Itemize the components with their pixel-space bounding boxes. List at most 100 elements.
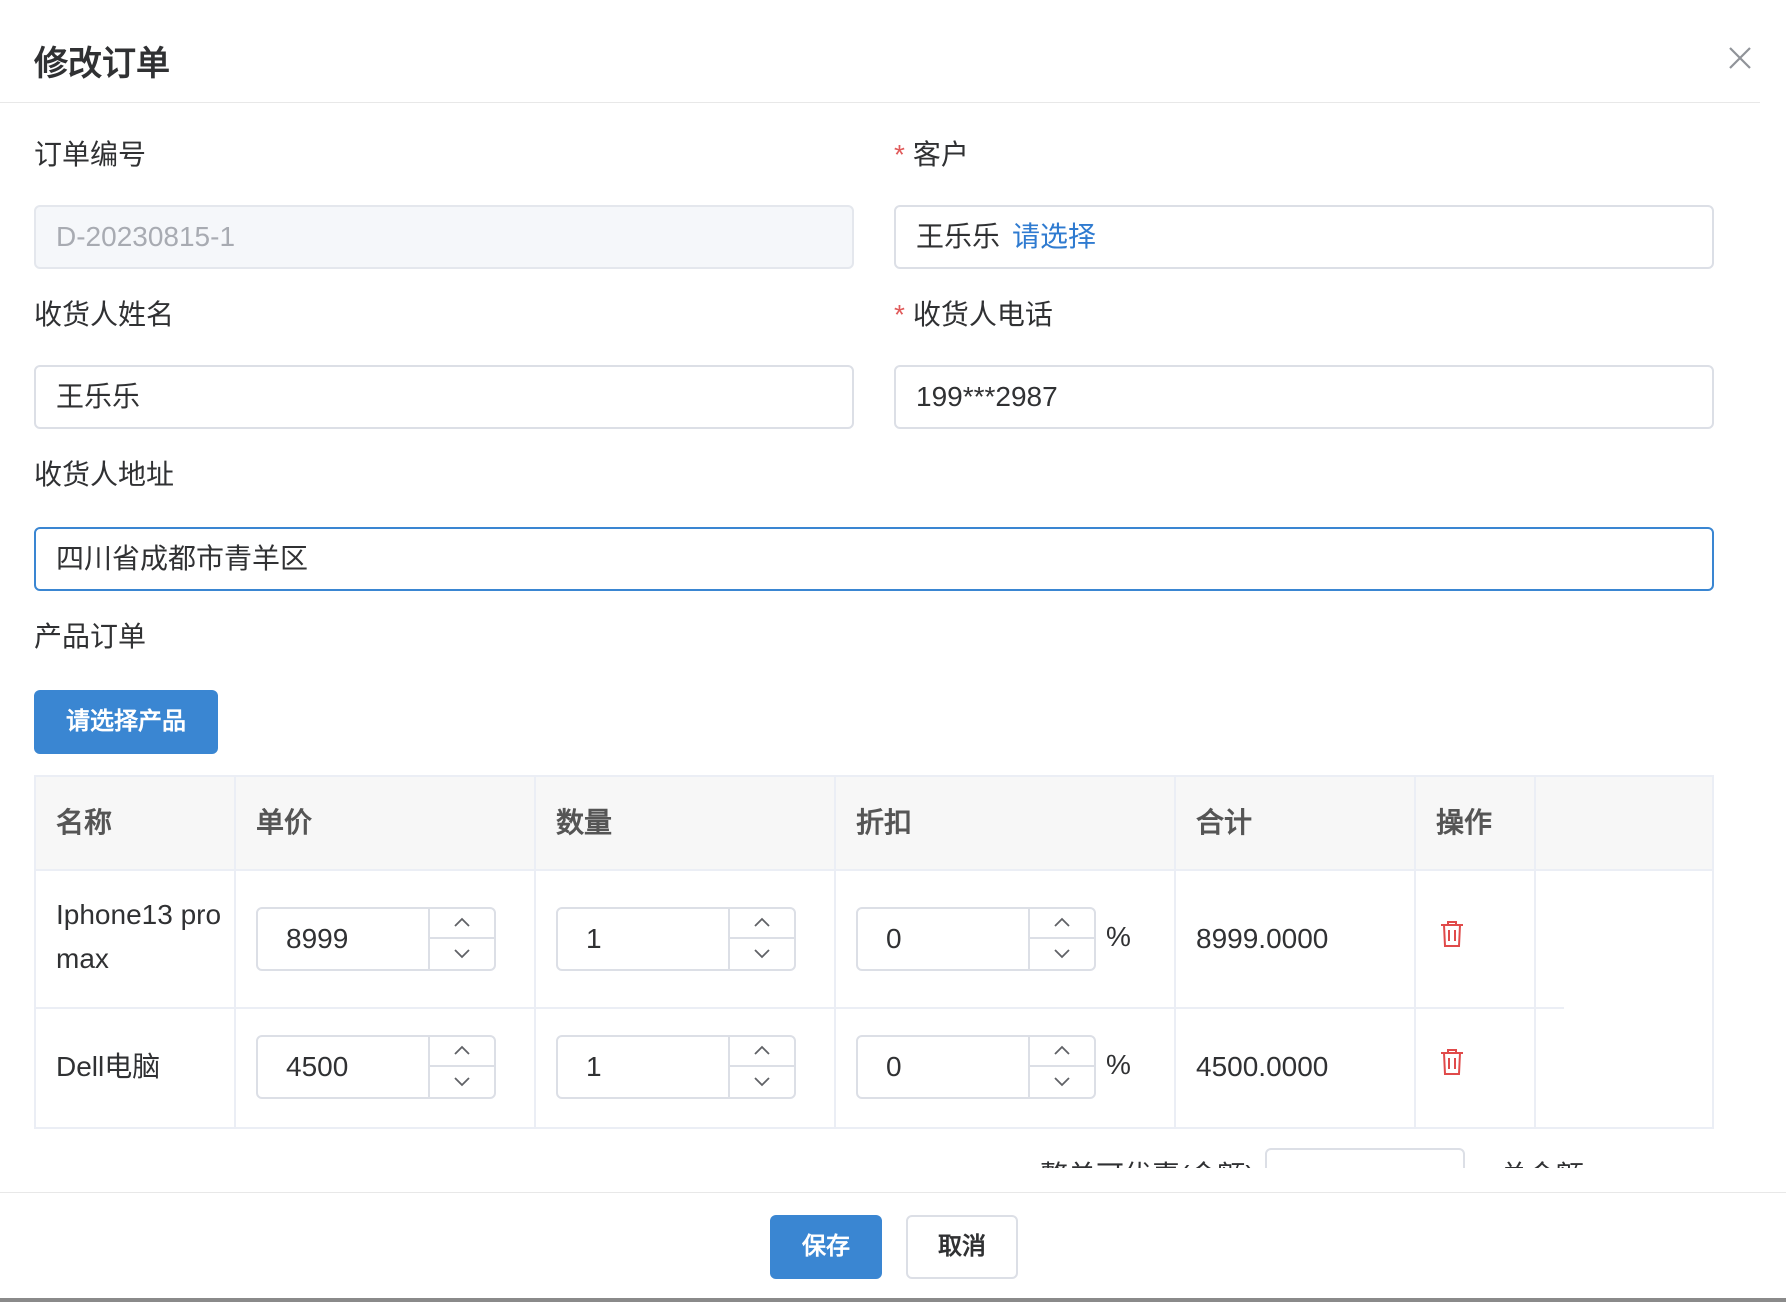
decrement-button[interactable] bbox=[730, 1067, 794, 1097]
stepper-controls bbox=[1028, 909, 1094, 969]
price-value: 8999 bbox=[286, 923, 349, 954]
increment-button[interactable] bbox=[430, 909, 494, 939]
customer-label-text: 客户 bbox=[912, 139, 969, 170]
th-discount: 折扣 bbox=[836, 777, 1176, 869]
chevron-up-icon bbox=[1054, 917, 1070, 927]
th-total: 合计 bbox=[1176, 777, 1416, 869]
increment-button[interactable] bbox=[730, 1037, 794, 1067]
stepper-controls bbox=[428, 1037, 494, 1097]
increment-button[interactable] bbox=[730, 909, 794, 939]
receiver-name-label: 收货人姓名 bbox=[34, 299, 175, 330]
decrement-button[interactable] bbox=[430, 939, 494, 969]
receiver-phone-input[interactable]: 199***2987 bbox=[894, 365, 1714, 429]
chevron-down-icon bbox=[454, 949, 470, 959]
stepper-controls bbox=[728, 1037, 794, 1097]
dialog-header: 修改订单 bbox=[0, 0, 1760, 103]
discount-stepper[interactable]: 0 bbox=[856, 907, 1096, 971]
percent-unit: % bbox=[1106, 1049, 1131, 1080]
receiver-phone-value: 199***2987 bbox=[916, 381, 1058, 412]
increment-button[interactable] bbox=[430, 1037, 494, 1067]
order-no-value: D-20230815-1 bbox=[56, 221, 236, 252]
stepper-controls bbox=[728, 909, 794, 969]
dialog-footer: 保存 取消 bbox=[0, 1192, 1786, 1299]
discount-amount-label: 整单可优惠(金额) bbox=[1040, 1154, 1255, 1168]
required-asterisk: * bbox=[894, 139, 905, 170]
increment-button[interactable] bbox=[1030, 1037, 1094, 1067]
total-amount-label: 总金额 bbox=[1500, 1154, 1584, 1168]
decrement-button[interactable] bbox=[730, 939, 794, 969]
product-name: Dell电脑 bbox=[56, 1051, 161, 1082]
receiver-address-value: 四川省成都市青羊区 bbox=[56, 543, 309, 574]
product-name: Iphone13 pro max bbox=[56, 899, 222, 974]
stepper-controls bbox=[1028, 1037, 1094, 1097]
th-price: 单价 bbox=[236, 777, 536, 869]
table-row: Iphone13 pro max 8999 1 0 % 8999.0000 bbox=[36, 869, 1564, 1009]
cell-actions bbox=[1416, 1009, 1536, 1127]
close-icon[interactable] bbox=[1722, 40, 1758, 76]
chevron-up-icon bbox=[1054, 1045, 1070, 1055]
chevron-down-icon bbox=[754, 1077, 770, 1087]
th-quantity: 数量 bbox=[536, 777, 836, 869]
table-header: 名称 单价 数量 折扣 合计 操作 bbox=[36, 777, 1712, 871]
cell-name: Iphone13 pro max bbox=[36, 869, 236, 1007]
discount-stepper[interactable]: 0 bbox=[856, 1035, 1096, 1099]
dialog-title: 修改订单 bbox=[34, 45, 170, 83]
th-actions: 操作 bbox=[1416, 777, 1536, 869]
receiver-name-value: 王乐乐 bbox=[56, 381, 141, 412]
increment-button[interactable] bbox=[1030, 909, 1094, 939]
percent-unit: % bbox=[1106, 921, 1131, 952]
customer-value: 王乐乐 bbox=[916, 221, 1001, 252]
chevron-up-icon bbox=[454, 1045, 470, 1055]
decrement-button[interactable] bbox=[1030, 1067, 1094, 1097]
delete-icon[interactable] bbox=[1438, 1047, 1466, 1077]
discount-value: 0 bbox=[886, 1051, 902, 1082]
chevron-down-icon bbox=[454, 1077, 470, 1087]
order-no-label: 订单编号 bbox=[34, 139, 147, 170]
cell-quantity: 1 bbox=[536, 869, 836, 1007]
receiver-address-input[interactable]: 四川省成都市青羊区 bbox=[34, 527, 1714, 591]
decrement-button[interactable] bbox=[430, 1067, 494, 1097]
chevron-down-icon bbox=[1054, 1077, 1070, 1087]
chevron-up-icon bbox=[754, 917, 770, 927]
products-label: 产品订单 bbox=[34, 621, 147, 652]
stepper-controls bbox=[428, 909, 494, 969]
quantity-stepper[interactable]: 1 bbox=[556, 907, 796, 971]
cell-name: Dell电脑 bbox=[36, 1009, 236, 1127]
quantity-value: 1 bbox=[586, 1051, 602, 1082]
cell-discount: 0 % bbox=[836, 869, 1176, 1007]
product-table: 名称 单价 数量 折扣 合计 操作 Iphone13 pro max 8999 bbox=[34, 775, 1714, 1129]
order-no-input: D-20230815-1 bbox=[34, 205, 854, 269]
table-row: Dell电脑 4500 1 0 % 4500.0000 bbox=[36, 1009, 1564, 1127]
cell-price: 8999 bbox=[236, 869, 536, 1007]
discount-amount-stepper[interactable] bbox=[1265, 1148, 1465, 1168]
customer-field[interactable]: 王乐乐 请选择 bbox=[894, 205, 1714, 269]
select-products-button[interactable]: 请选择产品 bbox=[34, 690, 218, 754]
row-total: 4500.0000 bbox=[1196, 1051, 1329, 1082]
required-asterisk: * bbox=[894, 299, 905, 330]
row-total: 8999.0000 bbox=[1196, 923, 1329, 954]
price-stepper[interactable]: 8999 bbox=[256, 907, 496, 971]
receiver-phone-label-text: 收货人电话 bbox=[912, 299, 1053, 330]
cell-actions bbox=[1416, 869, 1536, 1007]
chevron-up-icon bbox=[454, 917, 470, 927]
decrement-button[interactable] bbox=[1030, 939, 1094, 969]
bottom-divider bbox=[0, 1298, 1786, 1302]
cell-discount: 0 % bbox=[836, 1009, 1176, 1127]
chevron-down-icon bbox=[754, 949, 770, 959]
save-button[interactable]: 保存 bbox=[770, 1215, 882, 1279]
chevron-up-icon bbox=[754, 1045, 770, 1055]
cell-price: 4500 bbox=[236, 1009, 536, 1127]
quantity-stepper[interactable]: 1 bbox=[556, 1035, 796, 1099]
delete-icon[interactable] bbox=[1438, 919, 1466, 949]
customer-label: * 客户 bbox=[894, 133, 969, 173]
receiver-phone-label: * 收货人电话 bbox=[894, 293, 1053, 333]
discount-value: 0 bbox=[886, 923, 902, 954]
cell-total: 8999.0000 bbox=[1176, 869, 1416, 1007]
price-stepper[interactable]: 4500 bbox=[256, 1035, 496, 1099]
cancel-button[interactable]: 取消 bbox=[906, 1215, 1018, 1279]
customer-select-link[interactable]: 请选择 bbox=[1012, 221, 1096, 252]
cell-total: 4500.0000 bbox=[1176, 1009, 1416, 1127]
receiver-address-label: 收货人地址 bbox=[34, 459, 175, 490]
order-summary-row: 整单可优惠(金额) 总金额 bbox=[1040, 1148, 1720, 1168]
receiver-name-input[interactable]: 王乐乐 bbox=[34, 365, 854, 429]
